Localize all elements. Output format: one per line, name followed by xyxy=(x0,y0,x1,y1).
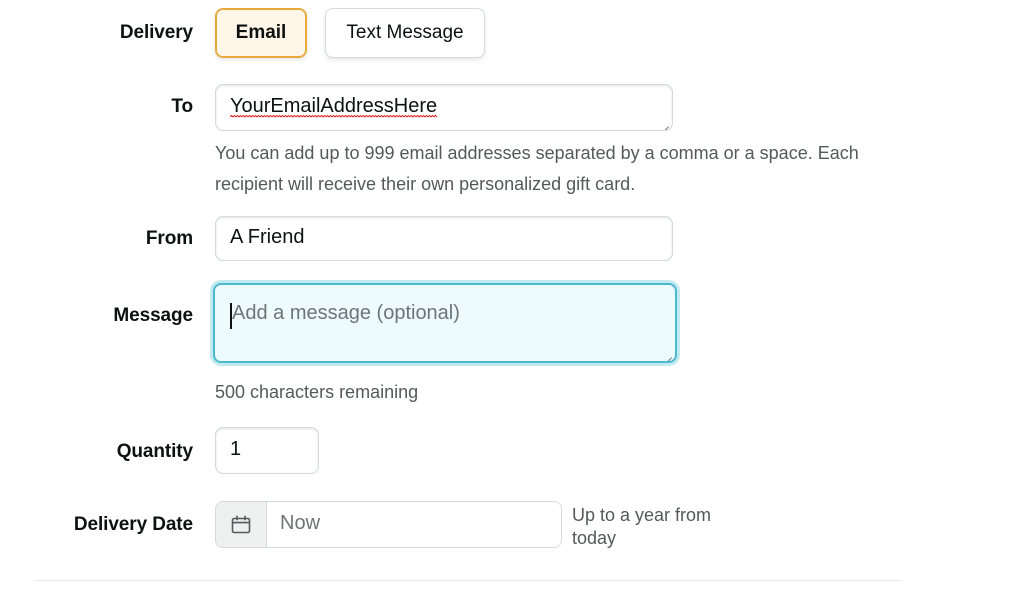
to-helper-text: You can add up to 999 email addresses se… xyxy=(215,143,859,194)
message-characters-remaining: 500 characters remaining xyxy=(215,382,419,402)
delivery-option-text-message[interactable]: Text Message xyxy=(325,8,485,58)
calendar-icon-button[interactable] xyxy=(216,502,267,547)
quantity-input-value: 1 xyxy=(230,438,242,460)
to-input-value: YourEmailAddressHere xyxy=(230,95,438,119)
delivery-date-note: Up to a year from today xyxy=(572,505,712,548)
gift-card-delivery-form: Delivery Email Text Message To YourEmail… xyxy=(0,0,1024,596)
message-input-resize-handle[interactable] xyxy=(661,347,675,361)
delivery-option-email-label: Email xyxy=(235,22,287,43)
delivery-method-row: Delivery Email Text Message xyxy=(0,0,1024,66)
to-label: To xyxy=(171,96,193,117)
from-input[interactable]: A Friend xyxy=(215,216,673,261)
message-input-placeholder: Add a message (optional) xyxy=(232,302,460,324)
to-input-value-text: YourEmailAddressHere xyxy=(230,95,438,119)
to-input-resize-handle[interactable] xyxy=(658,116,672,130)
message-label: Message xyxy=(113,305,193,326)
delivery-date-label: Delivery Date xyxy=(73,514,193,535)
calendar-icon xyxy=(231,514,251,533)
delivery-method-label: Delivery xyxy=(119,22,193,43)
delivery-method-toggle-group: Email Text Message xyxy=(215,8,485,58)
delivery-option-email[interactable]: Email xyxy=(215,8,307,58)
delivery-date-input[interactable]: Now xyxy=(267,502,561,547)
from-label: From xyxy=(145,228,193,249)
quantity-label: Quantity xyxy=(116,441,193,462)
delivery-date-field-group: Now xyxy=(215,501,562,548)
quantity-input[interactable]: 1 xyxy=(215,427,319,474)
message-input[interactable]: Add a message (optional) xyxy=(213,283,677,363)
delivery-option-text-message-label: Text Message xyxy=(346,22,464,43)
from-input-value: A Friend xyxy=(230,226,305,248)
delivery-date-input-placeholder: Now xyxy=(280,512,321,534)
to-input[interactable]: YourEmailAddressHere xyxy=(215,84,673,131)
section-divider xyxy=(35,580,901,581)
